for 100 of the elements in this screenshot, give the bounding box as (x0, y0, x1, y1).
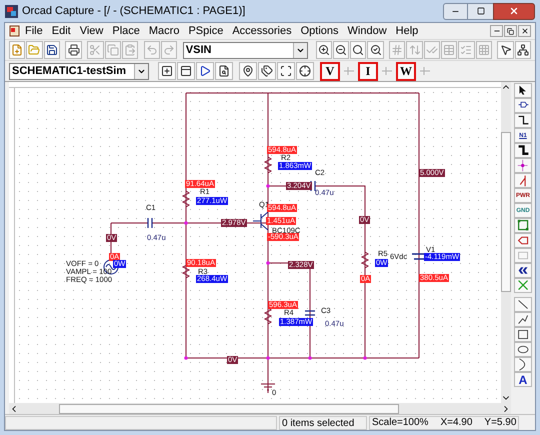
up-down-arrows-icon (408, 44, 421, 56)
palette-button[interactable] (514, 327, 532, 342)
plus-square-icon (161, 65, 173, 77)
menu-item[interactable]: File (21, 26, 47, 36)
table-icon (443, 44, 456, 56)
resistor-symbol (264, 308, 272, 324)
palette-button[interactable] (514, 342, 532, 357)
horizontal-scrollbar[interactable] (9, 403, 511, 414)
close-icon (509, 6, 519, 16)
capacitor-symbol (304, 310, 316, 316)
close-button[interactable] (493, 2, 535, 20)
scissors-icon (89, 44, 102, 56)
pin-icon (516, 249, 530, 262)
pointer-icon (500, 44, 512, 56)
zoom-in-icon (318, 44, 330, 56)
app-icon (5, 4, 18, 18)
status-x: X=4.90 (440, 418, 472, 428)
menu-item[interactable]: PSpice (184, 26, 228, 36)
vertical-scrollbar[interactable] (501, 82, 511, 403)
menu-item[interactable]: Edit (48, 26, 75, 36)
toolbar-button[interactable] (158, 62, 176, 80)
toolbar-button[interactable] (296, 62, 314, 80)
toolbar-button[interactable] (215, 62, 233, 80)
toolbar-button[interactable] (316, 41, 332, 59)
toolbar-button[interactable] (497, 41, 514, 59)
palette-button[interactable] (514, 113, 532, 128)
toolbar-button[interactable] (367, 41, 384, 59)
palette-button[interactable] (514, 263, 532, 278)
bus-icon (516, 144, 530, 157)
junction-dot (266, 184, 270, 188)
bias-display-button[interactable]: V (320, 62, 340, 80)
port-icon (516, 234, 530, 247)
toolbar-button[interactable] (239, 62, 257, 80)
toolbar-button[interactable] (44, 41, 60, 59)
junction-icon (516, 159, 530, 172)
tags-icon (261, 65, 273, 77)
polyline-icon (516, 313, 530, 326)
junction-dot (363, 356, 367, 360)
menu-item[interactable]: View (76, 26, 108, 36)
menu-item[interactable]: Accessories (228, 26, 296, 36)
transistor-symbol (252, 212, 268, 230)
junction-dot (308, 356, 312, 360)
battery-symbol (411, 253, 427, 260)
crosshair-icon (299, 65, 311, 77)
network-icon (516, 44, 529, 56)
menu-item[interactable]: Macro (144, 26, 184, 36)
wire-icon (516, 114, 530, 127)
play-icon (199, 65, 211, 77)
pin-icon (242, 65, 254, 77)
palette-button[interactable] (514, 98, 532, 113)
bias-display-button[interactable]: I (358, 62, 378, 80)
combo-box[interactable]: VSIN (182, 42, 308, 58)
restore-icon (507, 28, 514, 34)
junction-dot (266, 356, 270, 360)
status-scale: Scale=100% (372, 418, 428, 428)
zoom-out-icon (334, 44, 347, 56)
palette-button[interactable] (514, 357, 532, 372)
menu-item[interactable]: Window (344, 26, 391, 36)
magnifier-icon (352, 44, 364, 56)
redo-icon (163, 44, 176, 56)
undo-icon (146, 44, 158, 56)
maximize-button[interactable] (468, 2, 493, 20)
palette-button[interactable] (514, 312, 532, 327)
resistor-symbol (182, 190, 190, 208)
toolbar-button[interactable] (196, 62, 214, 80)
capacitor-symbol (147, 217, 153, 229)
toolbar-button[interactable] (332, 41, 350, 59)
restore-button[interactable] (504, 25, 517, 37)
toolbar-button[interactable] (514, 41, 532, 59)
palette-button[interactable] (514, 143, 532, 158)
save-icon (46, 44, 58, 56)
ellipse-icon (516, 343, 530, 356)
menu-item[interactable]: Place (108, 26, 144, 36)
minimize-button[interactable] (490, 25, 503, 37)
palette-button[interactable]: A (514, 372, 532, 387)
palette-button[interactable] (514, 297, 532, 312)
status-selection: 0 items selected (279, 416, 367, 430)
toolbar-button[interactable] (258, 62, 276, 80)
toolbar-button[interactable] (65, 41, 82, 59)
menu-item[interactable]: Options (296, 26, 343, 36)
bias-display-button[interactable]: W (396, 62, 416, 80)
resistor-symbol (360, 252, 370, 268)
palette-button[interactable] (514, 83, 532, 98)
toolbar-button[interactable] (177, 62, 195, 80)
toggle-icon (381, 65, 393, 77)
toolbar-button[interactable] (350, 41, 366, 59)
printer-icon (68, 44, 80, 56)
junction-dot (184, 356, 188, 360)
folder-icon (28, 44, 40, 56)
schematic-canvas[interactable] (15, 88, 501, 403)
grid-icon (478, 44, 490, 56)
combo-box[interactable]: SCHEMATIC1-testSim (9, 62, 149, 80)
checklist-icon (460, 44, 472, 56)
toggle-icon (419, 65, 431, 77)
menu-item[interactable]: Help (392, 26, 422, 36)
junction-dot (184, 221, 188, 225)
close-button[interactable] (518, 25, 531, 37)
toolbar-button[interactable] (277, 62, 295, 80)
toggle-icon (343, 65, 355, 77)
line-icon (516, 298, 530, 311)
